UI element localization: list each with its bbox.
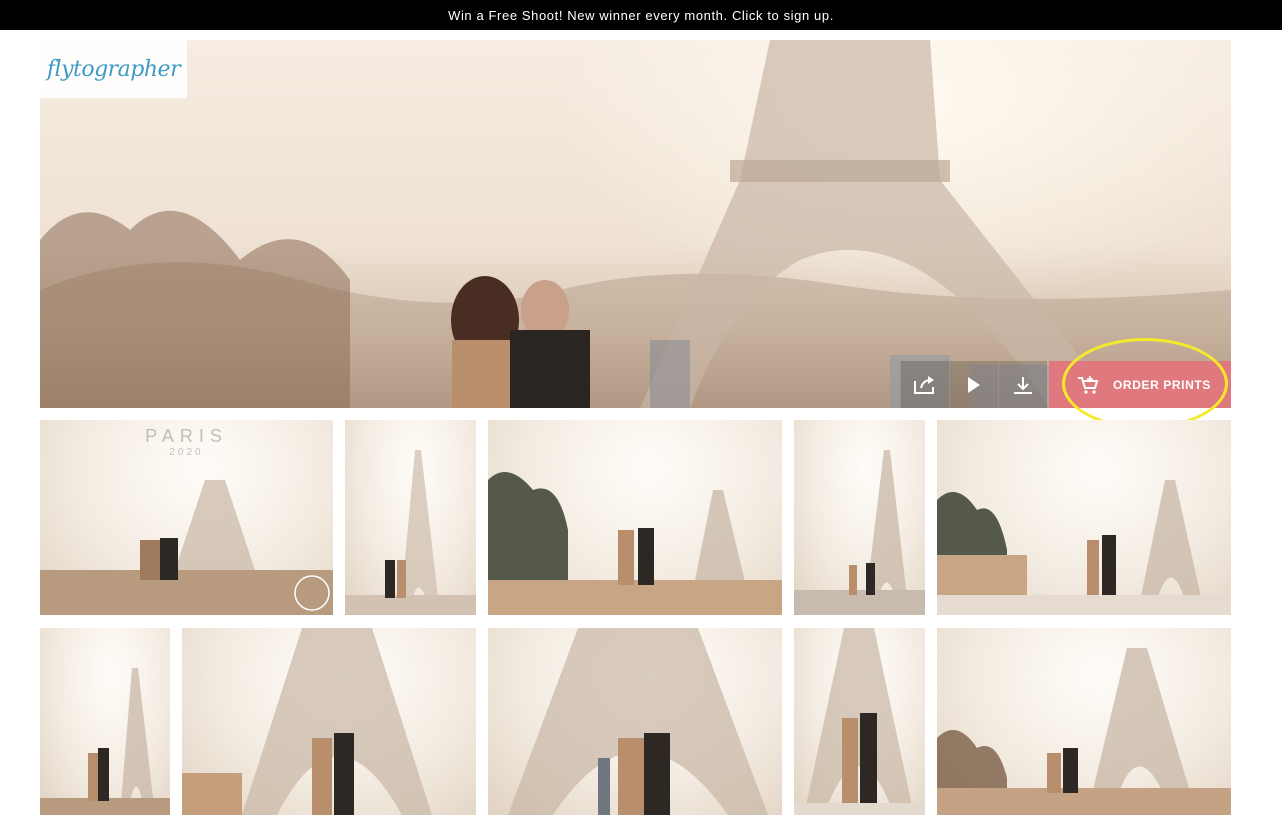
gallery-thumbnail[interactable] <box>794 628 925 815</box>
photo-toolbar <box>900 361 1047 408</box>
gallery-thumbnail[interactable]: PARIS 2020 <box>40 420 333 615</box>
thumbnail-image <box>794 628 925 815</box>
gallery-thumbnail[interactable] <box>182 628 476 815</box>
promo-banner[interactable]: Win a Free Shoot! New winner every month… <box>0 0 1282 30</box>
share-button[interactable] <box>900 361 949 408</box>
eiffel-tower-scene <box>40 40 1231 408</box>
download-button[interactable] <box>998 361 1047 408</box>
thumbnail-image <box>937 480 1231 615</box>
gallery-thumbnail[interactable] <box>937 628 1231 815</box>
gallery-thumbnail[interactable] <box>488 420 782 615</box>
watermark-title: PARIS <box>145 426 228 446</box>
gallery-thumbnail[interactable] <box>345 420 476 615</box>
thumbnail-image <box>182 628 432 815</box>
slideshow-button[interactable] <box>949 361 998 408</box>
flytographer-logo[interactable]: flytographer <box>40 40 187 98</box>
thumbnail-image <box>345 450 476 615</box>
gallery-thumbnail[interactable] <box>937 420 1231 615</box>
watermark: PARIS 2020 <box>40 426 333 458</box>
gallery-thumbnail[interactable] <box>40 628 170 815</box>
thumbnail-image <box>40 668 170 815</box>
thumbnail-image <box>508 628 768 815</box>
thumbnail-image <box>488 472 782 615</box>
thumbnail-image <box>794 450 925 615</box>
download-icon <box>1014 376 1032 394</box>
thumbnail-image <box>937 648 1231 815</box>
highlight-annotation <box>1062 338 1228 429</box>
logo-text: flytographer <box>46 56 181 82</box>
promo-text: Win a Free Shoot! New winner every month… <box>448 7 834 23</box>
gallery-thumbnail[interactable] <box>488 628 782 815</box>
watermark-year: 2020 <box>169 447 204 458</box>
gallery-thumbnail[interactable] <box>794 420 925 615</box>
play-icon <box>968 376 980 393</box>
share-icon <box>914 375 934 394</box>
hero-photo[interactable] <box>40 40 1231 408</box>
